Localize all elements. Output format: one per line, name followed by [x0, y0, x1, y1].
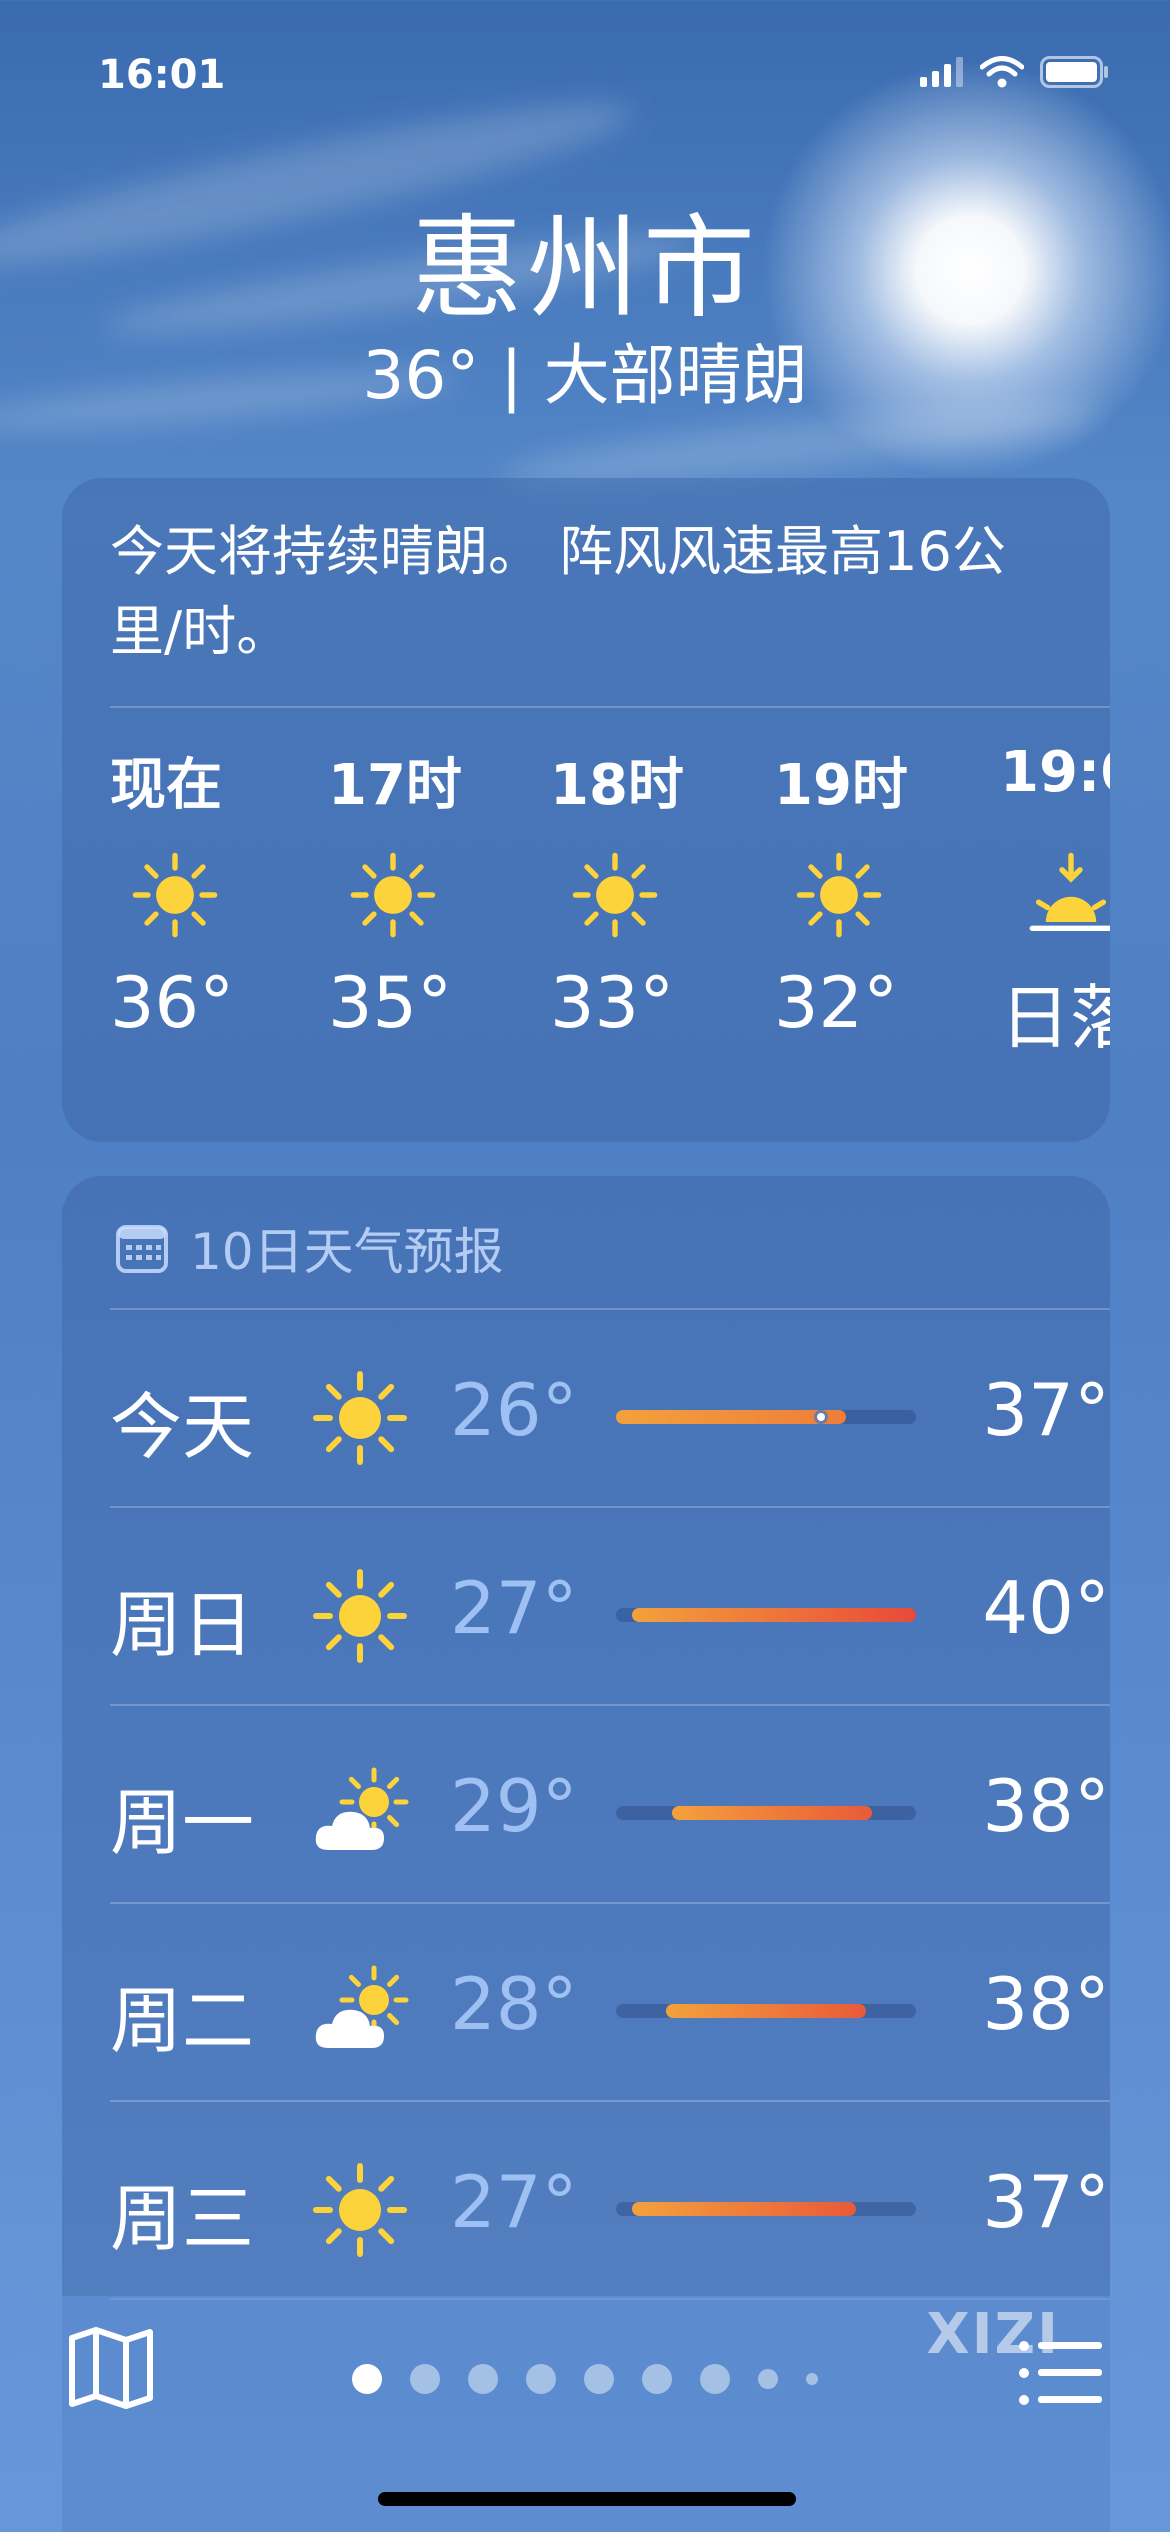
- hour-item[interactable]: 18时 33°: [550, 740, 750, 1100]
- daily-row[interactable]: 今天 26° 37°: [110, 1308, 1110, 1506]
- wifi-icon: [980, 56, 1024, 88]
- partly-cloudy-icon: [310, 1962, 410, 2062]
- sun-icon: [310, 2160, 410, 2260]
- temp-range-bar: [616, 1410, 916, 1424]
- page-indicator[interactable]: [0, 2364, 1170, 2394]
- battery-icon: [1040, 56, 1108, 88]
- hour-item[interactable]: 19:0 日落: [1000, 740, 1110, 1100]
- daily-row[interactable]: 周三 27° 37°: [110, 2100, 1110, 2298]
- page-dot[interactable]: [526, 2364, 556, 2394]
- temp-range-bar: [616, 2202, 916, 2216]
- temp-range-bar: [616, 2004, 916, 2018]
- sun-icon: [310, 1566, 410, 1666]
- status-time: 16:01: [98, 52, 226, 98]
- hour-item[interactable]: 19时 32°: [774, 740, 974, 1100]
- sun-icon: [348, 850, 438, 940]
- page-dot[interactable]: [642, 2364, 672, 2394]
- temp-range-bar: [616, 1806, 916, 1820]
- forecast-summary: 今天将持续晴朗。 阵风风速最高16公里/时。: [110, 520, 1006, 663]
- calendar-icon: [116, 1225, 168, 1273]
- ten-day-title: 10日天气预报: [190, 1223, 504, 1281]
- list-icon[interactable]: [1016, 2336, 1102, 2410]
- page-dot[interactable]: [468, 2364, 498, 2394]
- current-temp-dot: [814, 1410, 828, 1424]
- daily-row[interactable]: 周日 27° 40°: [110, 1506, 1110, 1704]
- sun-icon: [130, 850, 220, 940]
- hour-item[interactable]: 17时 35°: [328, 740, 528, 1100]
- ten-day-header: 10日天气预报: [116, 1212, 504, 1284]
- current-condition: 36° | 大部晴朗: [362, 337, 808, 414]
- status-bar: 16:01: [0, 48, 1170, 108]
- daily-row[interactable]: 周二 28° 38°: [110, 1902, 1110, 2100]
- page-dot[interactable]: [410, 2364, 440, 2394]
- daily-row[interactable]: 周一 29° 38°: [110, 1704, 1110, 1902]
- sunset-icon: [1026, 850, 1110, 940]
- page-dot[interactable]: [584, 2364, 614, 2394]
- page-dot[interactable]: [758, 2369, 778, 2389]
- city-name: 惠州市: [411, 204, 759, 334]
- hour-item[interactable]: 现在 36°: [110, 740, 310, 1100]
- sun-icon: [310, 1368, 410, 1468]
- page-dot[interactable]: [806, 2373, 818, 2385]
- status-icons: [920, 56, 1110, 88]
- sun-icon: [570, 850, 660, 940]
- page-dot[interactable]: [700, 2364, 730, 2394]
- temp-range-bar: [616, 1608, 916, 1622]
- hourly-forecast-card[interactable]: 今天将持续晴朗。 阵风风速最高16公里/时。 现在 36° 17时 35° 18…: [62, 478, 1110, 1142]
- hourly-divider: [110, 706, 1110, 708]
- home-indicator[interactable]: [378, 2492, 796, 2506]
- sun-icon: [794, 850, 884, 940]
- hourly-list[interactable]: 现在 36° 17时 35° 18时 33° 19时 32° 19:0 日落: [110, 740, 1110, 1120]
- page-dot-active[interactable]: [352, 2364, 382, 2394]
- partly-cloudy-icon: [310, 1764, 410, 1864]
- signal-icon: [920, 57, 963, 87]
